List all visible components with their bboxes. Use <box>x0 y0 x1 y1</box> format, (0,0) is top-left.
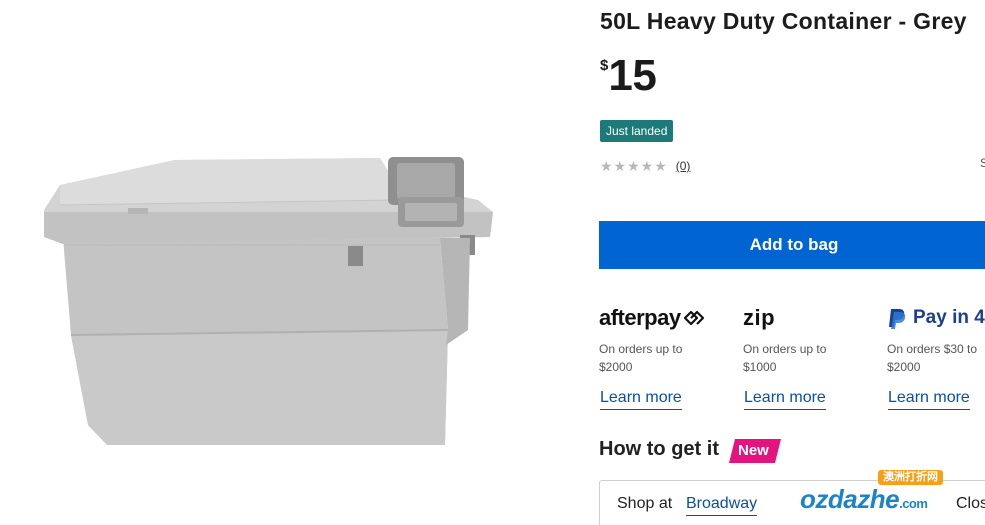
container-illustration <box>44 157 493 445</box>
watermark-wordmark: ozdazhe.com <box>800 484 928 515</box>
afterpay-desc: On orders up to $2000 <box>599 340 729 376</box>
add-to-bag-button[interactable]: Add to bag <box>599 221 985 269</box>
paypal-desc-line2: $2000 <box>887 360 921 374</box>
watermark-top-label: 澳洲打折网 <box>878 470 943 485</box>
afterpay-learn-more-link[interactable]: Learn more <box>600 389 682 410</box>
watermark-suffix: .com <box>899 496 928 511</box>
how-to-get-it-heading: How to get it <box>599 438 719 460</box>
zip-wordmark: zip <box>743 305 776 330</box>
paypal-learn-more-link[interactable]: Learn more <box>888 389 970 410</box>
rating[interactable]: ★★★★★ (0) <box>600 156 690 176</box>
watermark-name: ozdazhe <box>800 484 900 514</box>
afterpay-option: afterpay On orders up to $2000 Learn mor… <box>599 300 729 410</box>
paypal-pay-in-4-text: Pay in 4 <box>913 307 985 328</box>
paypal-option: Pay in 4 On orders $30 to $2000 Learn mo… <box>887 300 985 410</box>
afterpay-arrows-icon <box>683 310 704 326</box>
price-currency: $ <box>600 57 609 74</box>
afterpay-wordmark: afterpay <box>599 305 681 330</box>
paypal-desc-line1: On orders $30 to <box>887 342 978 356</box>
zip-desc-line2: $1000 <box>743 360 777 374</box>
just-landed-badge: Just landed <box>600 120 674 142</box>
zip-logo: zip <box>743 300 873 336</box>
afterpay-desc-line2: $2000 <box>599 360 633 374</box>
price: $15 <box>600 51 657 100</box>
zip-option: zip On orders up to $1000 Learn more <box>743 300 873 410</box>
product-image[interactable] <box>0 0 560 525</box>
price-amount: 15 <box>608 51 657 100</box>
afterpay-desc-line1: On orders up to <box>599 342 683 356</box>
shop-at-label: Shop at <box>617 495 673 512</box>
afterpay-logo: afterpay <box>599 300 729 336</box>
zip-desc-line1: On orders up to <box>743 342 827 356</box>
product-title: 50L Heavy Duty Container - Grey <box>600 8 967 34</box>
truncated-edge-text: S <box>980 156 985 170</box>
review-count-link[interactable]: (0) <box>676 159 691 173</box>
paypal-p-icon <box>889 309 906 329</box>
watermark-logo: 澳洲打折网 ozdazhe.com <box>800 470 965 520</box>
rating-stars-icon: ★★★★★ <box>600 157 668 174</box>
new-tag: New <box>729 439 781 463</box>
store-name-link[interactable]: Broadway <box>686 495 758 516</box>
paypal-desc: On orders $30 to $2000 <box>887 340 985 376</box>
paypal-logo: Pay in 4 <box>887 300 985 336</box>
zip-learn-more-link[interactable]: Learn more <box>744 389 826 410</box>
zip-desc: On orders up to $1000 <box>743 340 873 376</box>
